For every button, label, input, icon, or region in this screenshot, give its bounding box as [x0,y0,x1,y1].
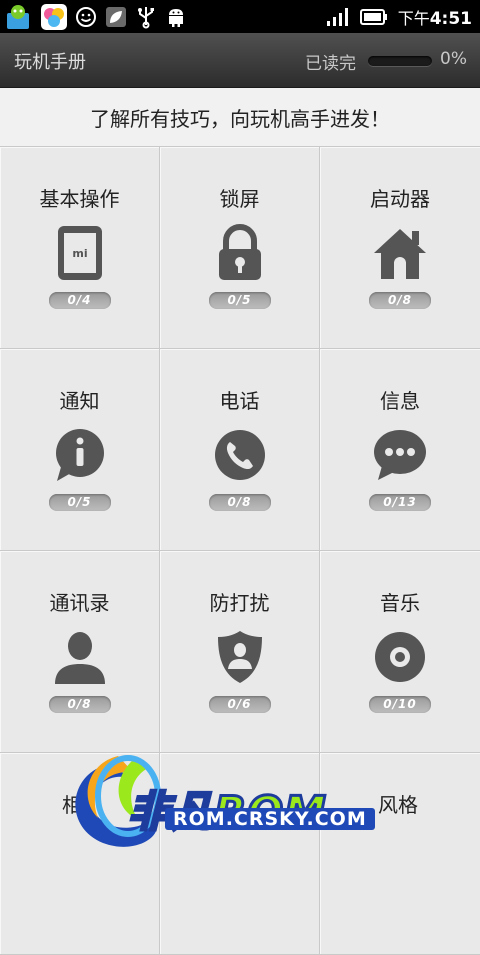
category-notifications[interactable]: 通知 0/5 [0,349,160,551]
category-label: 基本操作 [39,187,120,211]
progress-count: 0/13 [369,494,431,511]
signal-icon [326,7,350,27]
category-label: 通知 [59,389,100,413]
clock: 下午4:51 [398,5,472,29]
category-label: 电话 [219,389,260,413]
shield-user-icon [210,627,270,687]
progress-count: 0/10 [369,696,431,713]
info-icon [50,425,110,485]
progress-bar [368,56,432,66]
contact-icon [50,627,110,687]
category-music[interactable]: 音乐 0/10 [320,551,480,753]
category-label: 信息 [380,389,420,413]
phone-icon: mi [50,223,110,283]
app-store-icon [4,3,34,31]
category-phone[interactable]: 电话 0/8 [160,349,320,551]
title-bar: 玩机手册 已读完 0% [0,33,480,88]
progress-count: 0/5 [208,292,271,309]
android-icon [164,5,188,29]
message-icon [370,425,430,485]
category-lock-screen[interactable]: 锁屏 0/5 [160,147,320,349]
category-label: 启动器 [370,187,430,211]
category-label: 通讯录 [49,591,110,615]
watermark-url: ROM.CRSKY.COM [165,808,375,830]
progress-label: 已读完 [305,54,356,74]
category-contacts[interactable]: 通讯录 0/8 [0,551,160,753]
category-launcher[interactable]: 启动器 0/8 [320,147,480,349]
svg-text:mi: mi [72,247,87,260]
category-label: 锁屏 [219,187,260,211]
progress-count: 0/8 [48,696,111,713]
progress-count: 0/4 [48,292,111,309]
usb-icon [134,5,158,29]
progress-count: 0/8 [208,494,271,511]
game-center-icon [40,3,68,31]
progress-percent: 0% [440,49,467,69]
smiley-icon [74,5,98,29]
category-label: 防打扰 [209,591,270,615]
page-title: 玩机手册 [14,52,86,73]
category-messages[interactable]: 信息 0/13 [320,349,480,551]
status-bar: 下午4:51 [0,0,480,33]
battery-icon [359,8,388,26]
category-do-not-disturb[interactable]: 防打扰 0/6 [160,551,320,753]
leaf-icon [104,5,128,29]
progress-count: 0/8 [369,292,431,309]
clock-period: 下午 [397,8,430,28]
category-basic-operations[interactable]: 基本操作 mi 0/4 [0,147,160,349]
home-icon [370,223,430,283]
progress-count: 0/5 [48,494,111,511]
disc-icon [370,627,430,687]
lock-icon [210,223,270,283]
category-label: 音乐 [380,591,420,615]
tagline: 了解所有技巧，向玩机高手进发！ [0,88,480,147]
progress-count: 0/6 [208,696,271,713]
clock-time: 4:51 [429,8,472,29]
phone-handset-icon [210,425,270,485]
